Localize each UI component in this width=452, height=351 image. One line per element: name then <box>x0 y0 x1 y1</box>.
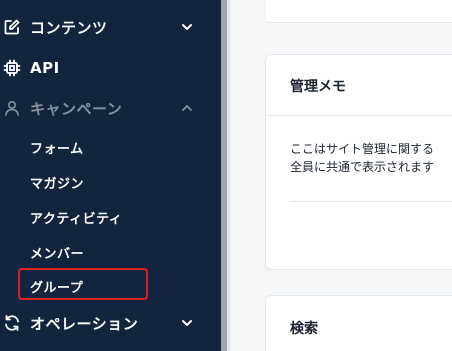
search-card-title: 検索 <box>290 321 318 337</box>
user-icon <box>3 99 21 117</box>
main-header-bar <box>266 0 452 23</box>
sidebar-subitem-magazine[interactable]: マガジン <box>30 173 84 192</box>
nav-item-label: コンテンツ <box>30 18 108 37</box>
nav-item-label: API <box>30 59 60 77</box>
sync-icon <box>3 314 21 332</box>
highlight-box <box>18 268 148 300</box>
memo-text-line: 全員に共通で表示されます <box>290 160 435 174</box>
sidebar-divider <box>227 0 230 351</box>
divider <box>266 115 452 116</box>
nav-item-campaign[interactable]: キャンペーン <box>0 91 221 125</box>
nav-item-operation[interactable]: オペレーション <box>0 306 221 340</box>
sidebar: コンテンツ API キャンペーン フォーム マガジン アクティビティ メンバー … <box>0 0 221 351</box>
nav-item-label: キャンペーン <box>30 99 123 118</box>
chevron-down-icon[interactable] <box>180 20 194 34</box>
search-card: 検索 <box>265 295 452 351</box>
nav-item-contents[interactable]: コンテンツ <box>0 10 221 44</box>
memo-card: 管理メモ ここはサイト管理に関する 全員に共通で表示されます <box>265 54 452 270</box>
edit-icon <box>3 18 21 36</box>
sidebar-subitem-form[interactable]: フォーム <box>30 138 84 157</box>
chevron-down-icon[interactable] <box>180 316 194 330</box>
divider <box>290 201 452 202</box>
nav-item-label: オペレーション <box>30 314 139 333</box>
chip-icon <box>3 59 21 77</box>
sidebar-subitem-member[interactable]: メンバー <box>30 243 84 262</box>
nav-item-api[interactable]: API <box>0 51 221 85</box>
memo-card-title: 管理メモ <box>290 79 346 95</box>
chevron-up-icon[interactable] <box>180 101 194 115</box>
sidebar-subitem-activity[interactable]: アクティビティ <box>30 208 122 227</box>
memo-text-line: ここはサイト管理に関する <box>290 142 435 156</box>
